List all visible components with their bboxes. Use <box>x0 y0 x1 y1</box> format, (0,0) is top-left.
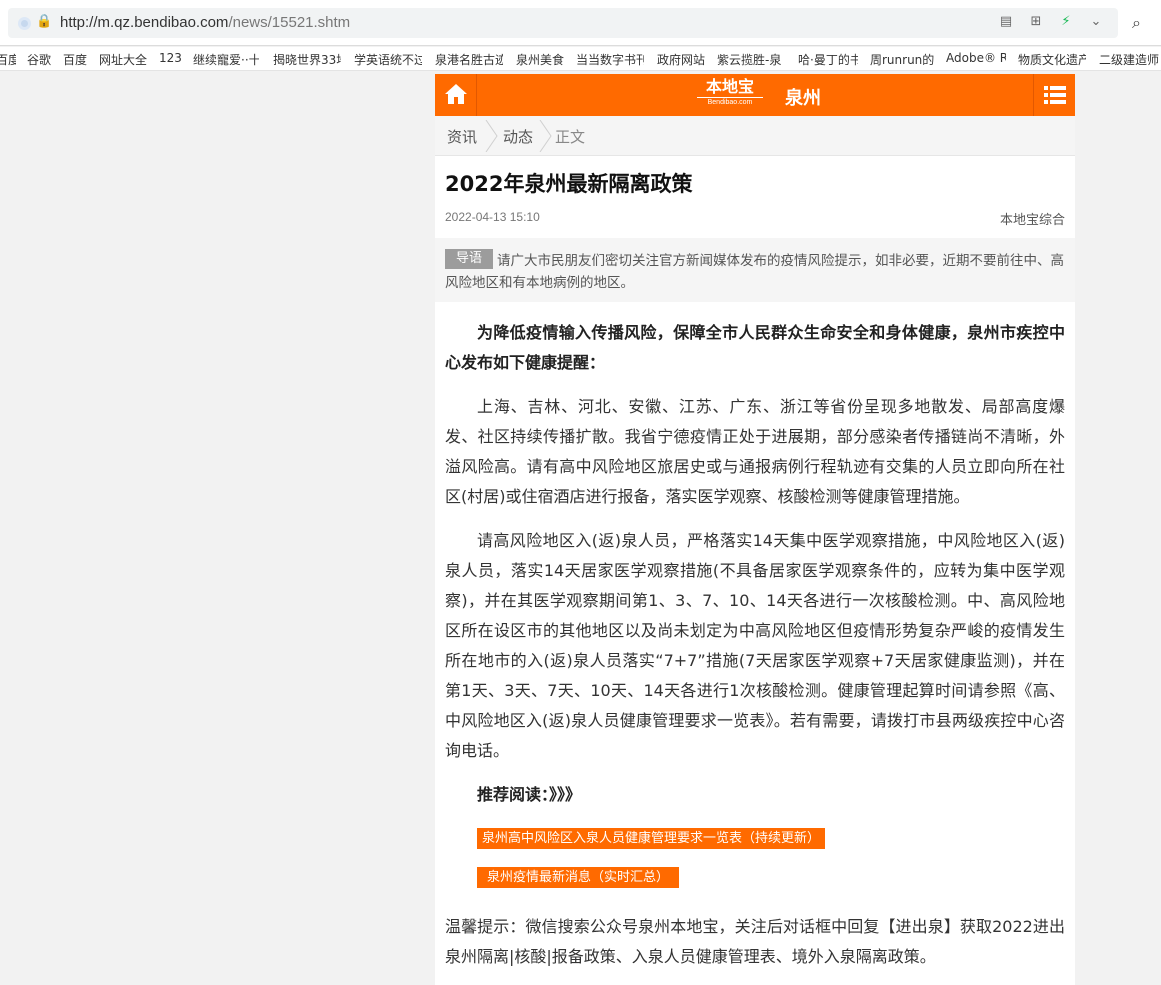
bookmark-item[interactable]: 继续寵爱··十 <box>193 51 259 68</box>
menu-button[interactable] <box>1033 74 1075 116</box>
breadcrumb-item-news[interactable]: 资讯 <box>447 126 477 147</box>
lead-text: 请广大市民朋友们密切关注官方新闻媒体发布的疫情风险提示，如非必要，近期不要前往中… <box>445 253 1064 291</box>
bookmark-item[interactable]: Adobe® R <box>946 51 1006 65</box>
bookmark-item[interactable]: 物质文化遗产 <box>1018 51 1086 68</box>
home-button[interactable] <box>435 74 477 116</box>
not-secure-icon[interactable]: 🔒 <box>36 14 52 29</box>
list-menu-icon <box>1044 86 1066 104</box>
article-lead: 导语 请广大市民朋友们密切关注官方新闻媒体发布的疫情风险提示，如非必要，近期不要… <box>435 238 1075 302</box>
city-name[interactable]: 泉州 <box>785 84 821 110</box>
bookmark-item[interactable]: 紫云揽胜-泉 <box>717 51 785 68</box>
grid-icon[interactable]: ⊞ <box>1028 14 1044 30</box>
bookmark-item[interactable]: 泉港名胜古迹 <box>435 51 503 68</box>
bookmark-item[interactable]: 政府网站 <box>657 51 709 68</box>
warm-tip: 温馨提示：微信搜索公众号泉州本地宝，关注后对话框中回复【进出泉】获取2022进出… <box>445 917 1065 966</box>
article-page: 本地宝 Bendibao.com 泉州 资讯 动态 正文 2022年泉州最新隔离… <box>435 74 1075 985</box>
browser-address-bar: 🔒 http://m.qz.bendibao.com/news/15521.sh… <box>0 0 1161 46</box>
chevron-down-icon[interactable]: ⌄ <box>1088 14 1104 30</box>
home-icon <box>445 84 467 104</box>
bookmark-item[interactable]: 哈·曼丁的书 <box>798 51 858 68</box>
recommend-link-latest-news[interactable]: 泉州疫情最新消息（实时汇总） <box>477 867 680 888</box>
lightning-icon[interactable]: ⚡ <box>1058 14 1074 30</box>
bookmark-item[interactable]: 谷歌 <box>27 51 55 68</box>
recommend-link-health-management[interactable]: 泉州高中风险区入泉人员健康管理要求一览表（持续更新） <box>477 828 826 849</box>
article-body: 为降低疫情输入传播风险，保障全市人民群众生命安全和身体健康，泉州市疾控中心发布如… <box>445 318 1065 972</box>
bookmark-item[interactable]: 123 <box>159 51 185 65</box>
breadcrumb: 资讯 动态 正文 <box>435 116 1075 156</box>
bookmark-item[interactable]: 学英语统不过 <box>354 51 422 68</box>
recommend-title: 推荐阅读：》》》 <box>477 785 582 804</box>
article-paragraph: 上海、吉林、河北、安徽、江苏、广东、浙江等省份呈现多地散发、局部高度爆发、社区持… <box>445 397 1065 506</box>
bookmark-item[interactable]: 周runrun的 <box>870 51 934 68</box>
bookmark-item[interactable]: 当当数字书刊 <box>576 51 644 68</box>
article-paragraph: 请高风险地区入(返)泉人员，严格落实14天集中医学观察措施，中风险地区入(返)泉… <box>445 531 1065 760</box>
bookmarks-bar: 百度 谷歌 百度 网址大全 123 继续寵爱··十 揭晓世界33地 学英语统不过… <box>0 47 1161 71</box>
article-source: 本地宝综合 <box>999 213 1065 228</box>
bookmark-item[interactable]: 网址大全 <box>99 51 151 68</box>
site-info-icon[interactable] <box>18 17 31 30</box>
url-field[interactable]: 🔒 http://m.qz.bendibao.com/news/15521.sh… <box>8 8 1118 38</box>
breadcrumb-separator-icon <box>539 120 552 152</box>
reader-mode-icon[interactable]: ▤ <box>998 14 1014 30</box>
site-header: 本地宝 Bendibao.com 泉州 <box>435 74 1075 116</box>
bookmark-item[interactable]: 百度 <box>0 51 16 68</box>
article-date: 2022-04-13 15:10 <box>445 210 540 224</box>
bookmark-item[interactable]: 百度 <box>63 51 91 68</box>
breadcrumb-item-current: 正文 <box>555 128 586 146</box>
url-text[interactable]: http://m.qz.bendibao.com/news/15521.shtm <box>60 14 350 31</box>
breadcrumb-item-dynamic[interactable]: 动态 <box>503 126 533 147</box>
site-logo[interactable]: 本地宝 Bendibao.com <box>695 78 765 112</box>
article-title: 2022年泉州最新隔离政策 <box>445 172 693 196</box>
bookmark-item[interactable]: 泉州美食 <box>516 51 568 68</box>
article-paragraph: 为降低疫情输入传播风险，保障全市人民群众生命安全和身体健康，泉州市疾控中心发布如… <box>445 323 1065 372</box>
bookmark-item[interactable]: 揭晓世界33地 <box>273 51 341 68</box>
search-icon[interactable]: ⌕ <box>1132 13 1152 33</box>
breadcrumb-separator-icon <box>485 120 498 152</box>
bookmark-item[interactable]: 二级建造师 <box>1099 51 1161 68</box>
